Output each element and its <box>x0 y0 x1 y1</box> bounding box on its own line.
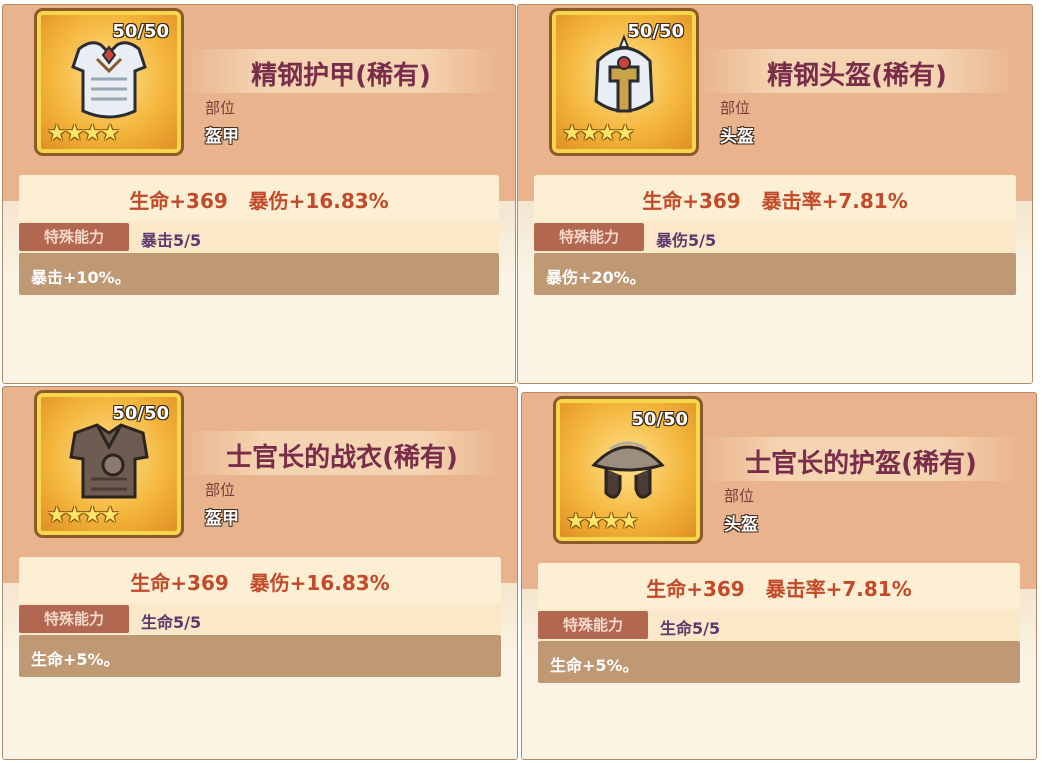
description-text: 暴击+10%。 <box>31 268 131 287</box>
item-level: 50/50 <box>112 21 169 42</box>
slot-label: 部位 <box>720 99 751 117</box>
special-ability-name: 暴击5/5 <box>141 231 202 250</box>
equipment-card-steel-armor: 50/50 ★ ★ ★ ★ 精钢护甲(稀有) 部位 盔甲 生命+369 暴伤+1… <box>2 4 516 384</box>
special-ability-description: 生命+5%。 <box>19 635 501 677</box>
stats-text: 生命+369 暴击率+7.81% <box>646 577 912 601</box>
special-ability-name: 生命5/5 <box>660 619 721 638</box>
item-portrait[interactable]: 50/50 ★ ★ ★ ★ <box>549 8 699 156</box>
special-ability-tag: 特殊能力 <box>534 223 644 251</box>
special-ability-description: 暴伤+20%。 <box>534 253 1016 295</box>
sergeant-armor-icon <box>69 423 149 499</box>
equipment-card-sergeant-helmet: 50/50 ★ ★ ★ ★ 士官长的护盔(稀有) 部位 头盔 生命+369 暴击… <box>521 392 1037 760</box>
slot-label: 部位 <box>205 481 236 499</box>
special-ability-description: 生命+5%。 <box>538 641 1020 683</box>
star-rating: ★ ★ ★ ★ <box>47 121 120 146</box>
star-icon: ★ <box>100 121 120 146</box>
stats-bar: 生命+369 暴击率+7.81% <box>538 563 1020 609</box>
item-title: 士官长的护盔(稀有) <box>745 449 977 479</box>
star-rating: ★ ★ ★ ★ <box>562 121 635 146</box>
special-ability-name: 暴伤5/5 <box>656 231 717 250</box>
slot-label: 部位 <box>724 487 755 505</box>
slot-value: 盔甲 <box>205 127 239 147</box>
star-icon: ★ <box>615 121 635 146</box>
slot-value: 盔甲 <box>205 509 239 529</box>
equipment-card-steel-helmet: 50/50 ★ ★ ★ ★ 精钢头盔(稀有) 部位 头盔 生命+369 暴击率+… <box>517 4 1033 384</box>
star-rating: ★ ★ ★ ★ <box>566 509 639 534</box>
item-title: 精钢头盔(稀有) <box>767 61 947 91</box>
stats-text: 生命+369 暴伤+16.83% <box>129 189 389 213</box>
special-ability-row: 特殊能力 生命5/5 <box>538 609 1020 641</box>
steel-helmet-icon <box>594 34 654 113</box>
sergeant-helmet-icon <box>591 441 665 499</box>
equipment-card-sergeant-armor: 50/50 ★ ★ ★ ★ 士官长的战衣(稀有) 部位 盔甲 生命+369 暴伤… <box>2 386 518 760</box>
item-level: 50/50 <box>631 409 688 430</box>
stats-bar: 生命+369 暴伤+16.83% <box>19 175 499 221</box>
stats-bar: 生命+369 暴击率+7.81% <box>534 175 1016 221</box>
steel-armor-icon <box>71 41 147 119</box>
item-portrait[interactable]: 50/50 ★ ★ ★ ★ <box>34 390 184 538</box>
item-level: 50/50 <box>627 21 684 42</box>
star-icon: ★ <box>100 503 120 528</box>
stats-text: 生命+369 暴击率+7.81% <box>642 189 908 213</box>
special-ability-tag: 特殊能力 <box>19 605 129 633</box>
slot-value: 头盔 <box>724 515 758 535</box>
description-text: 生命+5%。 <box>550 656 639 675</box>
description-text: 生命+5%。 <box>31 650 120 669</box>
special-ability-row: 特殊能力 暴伤5/5 <box>534 221 1016 253</box>
special-ability-row: 特殊能力 暴击5/5 <box>19 221 499 253</box>
special-ability-name: 生命5/5 <box>141 613 202 632</box>
item-portrait[interactable]: 50/50 ★ ★ ★ ★ <box>34 8 184 156</box>
special-ability-tag: 特殊能力 <box>19 223 129 251</box>
special-ability-row: 特殊能力 生命5/5 <box>19 603 501 635</box>
stats-bar: 生命+369 暴伤+16.83% <box>19 557 501 603</box>
stats-text: 生命+369 暴伤+16.83% <box>130 571 390 595</box>
item-level: 50/50 <box>112 403 169 424</box>
slot-label: 部位 <box>205 99 236 117</box>
item-title: 精钢护甲(稀有) <box>251 61 431 91</box>
star-rating: ★ ★ ★ ★ <box>47 503 120 528</box>
special-ability-tag: 特殊能力 <box>538 611 648 639</box>
slot-value: 头盔 <box>720 127 754 147</box>
special-ability-description: 暴击+10%。 <box>19 253 499 295</box>
item-portrait[interactable]: 50/50 ★ ★ ★ ★ <box>553 396 703 544</box>
item-title: 士官长的战衣(稀有) <box>226 443 458 473</box>
star-icon: ★ <box>619 509 639 534</box>
description-text: 暴伤+20%。 <box>546 268 646 287</box>
